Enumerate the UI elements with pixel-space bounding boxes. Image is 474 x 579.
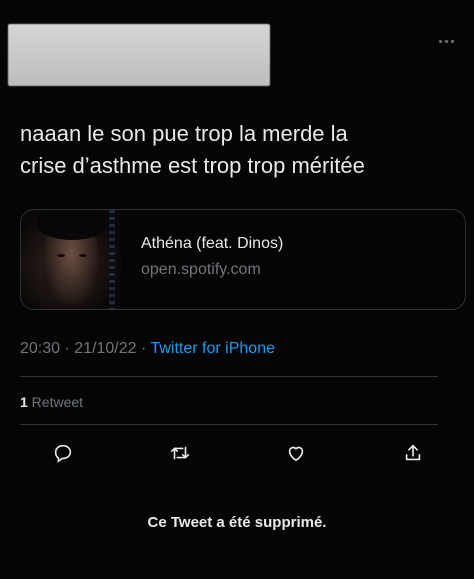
retweet-label: Retweet: [27, 394, 84, 410]
divider: [20, 376, 438, 377]
link-card[interactable]: Athéna (feat. Dinos) open.spotify.com: [20, 209, 466, 310]
divider: [20, 424, 438, 425]
tweet-time: 20:30: [20, 340, 61, 357]
tweet-date: 21/10/22: [74, 340, 137, 357]
redacted-user-header: [8, 24, 270, 86]
card-title: Athéna (feat. Dinos): [141, 235, 284, 252]
action-bar: [48, 438, 428, 468]
reply-icon[interactable]: [48, 438, 78, 468]
tweet-text: naaan le son pue trop la merde la crise …: [20, 121, 365, 178]
tweet-source-link[interactable]: Twitter for iPhone: [150, 340, 275, 357]
retweet-icon[interactable]: [165, 438, 195, 468]
more-options-icon[interactable]: [436, 36, 456, 46]
album-artwork: [21, 210, 121, 309]
tweet-metadata: 20:30 · 21/10/22 · Twitter for iPhone: [20, 340, 275, 358]
meta-separator: ·: [60, 340, 75, 357]
retweet-stats[interactable]: 1 Retweet: [20, 394, 83, 410]
deleted-tweet-notice: Ce Tweet a été supprimé.: [147, 514, 327, 531]
retweet-count: 1: [20, 394, 28, 410]
meta-separator: ·: [136, 340, 151, 357]
like-icon[interactable]: [281, 438, 311, 468]
share-icon[interactable]: [398, 438, 428, 468]
card-domain: open.spotify.com: [141, 261, 261, 278]
